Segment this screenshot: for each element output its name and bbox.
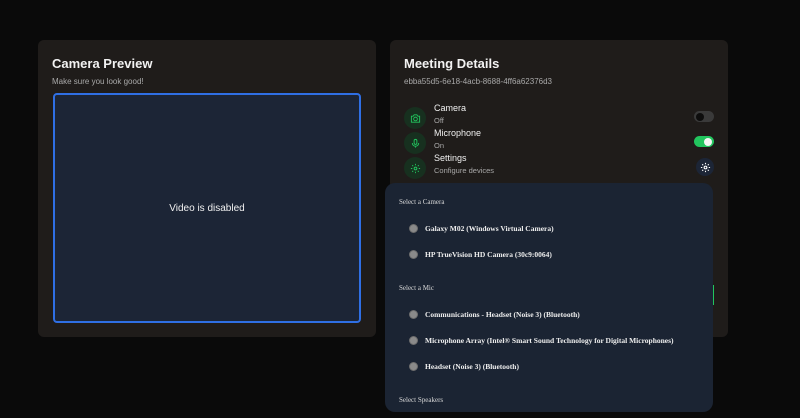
camera-preview-card: Camera Preview Make sure you look good! …: [38, 40, 376, 337]
radio-button[interactable]: [409, 223, 418, 233]
settings-row: Settings Configure devices: [404, 153, 714, 179]
microphone-icon: [404, 132, 426, 154]
radio-button[interactable]: [409, 335, 418, 345]
camera-option-label: HP TrueVision HD Camera (30c9:0064): [425, 249, 552, 259]
speakers-section-heading: Select Speakers: [399, 396, 444, 404]
camera-toggle[interactable]: [694, 111, 714, 122]
settings-label: Settings: [434, 153, 467, 163]
video-status-text: Video is disabled: [169, 202, 245, 214]
mic-option-label: Headset (Noise 3) (Bluetooth): [425, 361, 519, 371]
microphone-setting-row: Microphone On: [404, 128, 714, 154]
meeting-details-title: Meeting Details: [404, 56, 500, 71]
camera-icon: [404, 107, 426, 129]
camera-option[interactable]: HP TrueVision HD Camera (30c9:0064): [409, 248, 552, 260]
mic-section-heading: Select a Mic: [399, 284, 434, 292]
video-preview: Video is disabled: [53, 93, 361, 323]
camera-label: Camera: [434, 103, 467, 113]
camera-preview-subtitle: Make sure you look good!: [52, 77, 144, 86]
mic-option[interactable]: Headset (Noise 3) (Bluetooth): [409, 360, 519, 372]
meeting-id: ebba55d5-6e18-4acb-8688-4ff6a62376d3: [404, 77, 552, 86]
device-settings-button[interactable]: [696, 158, 714, 176]
gear-icon: [700, 162, 710, 172]
radio-button[interactable]: [409, 361, 418, 371]
microphone-state: On: [434, 141, 445, 150]
camera-setting-row: Camera Off: [404, 103, 714, 129]
camera-option[interactable]: Galaxy M02 (Windows Virtual Camera): [409, 222, 554, 234]
device-select-menu: Select a Camera Galaxy M02 (Windows Virt…: [385, 183, 713, 412]
camera-state: Off: [434, 116, 444, 125]
mic-option-label: Microphone Array (Intel® Smart Sound Tec…: [425, 335, 674, 345]
settings-state: Configure devices: [434, 166, 495, 175]
settings-gear-icon: [404, 157, 426, 179]
microphone-label: Microphone: [434, 128, 482, 138]
camera-section-heading: Select a Camera: [399, 198, 445, 206]
camera-preview-title: Camera Preview: [52, 56, 153, 71]
mic-option[interactable]: Microphone Array (Intel® Smart Sound Tec…: [409, 334, 674, 346]
radio-button[interactable]: [409, 249, 418, 259]
camera-option-label: Galaxy M02 (Windows Virtual Camera): [425, 223, 554, 233]
mic-option[interactable]: Communications - Headset (Noise 3) (Blue…: [409, 308, 580, 320]
page: Camera Preview Make sure you look good! …: [0, 0, 800, 418]
microphone-toggle[interactable]: [694, 136, 714, 147]
mic-option-label: Communications - Headset (Noise 3) (Blue…: [425, 309, 580, 319]
radio-button[interactable]: [409, 309, 418, 319]
